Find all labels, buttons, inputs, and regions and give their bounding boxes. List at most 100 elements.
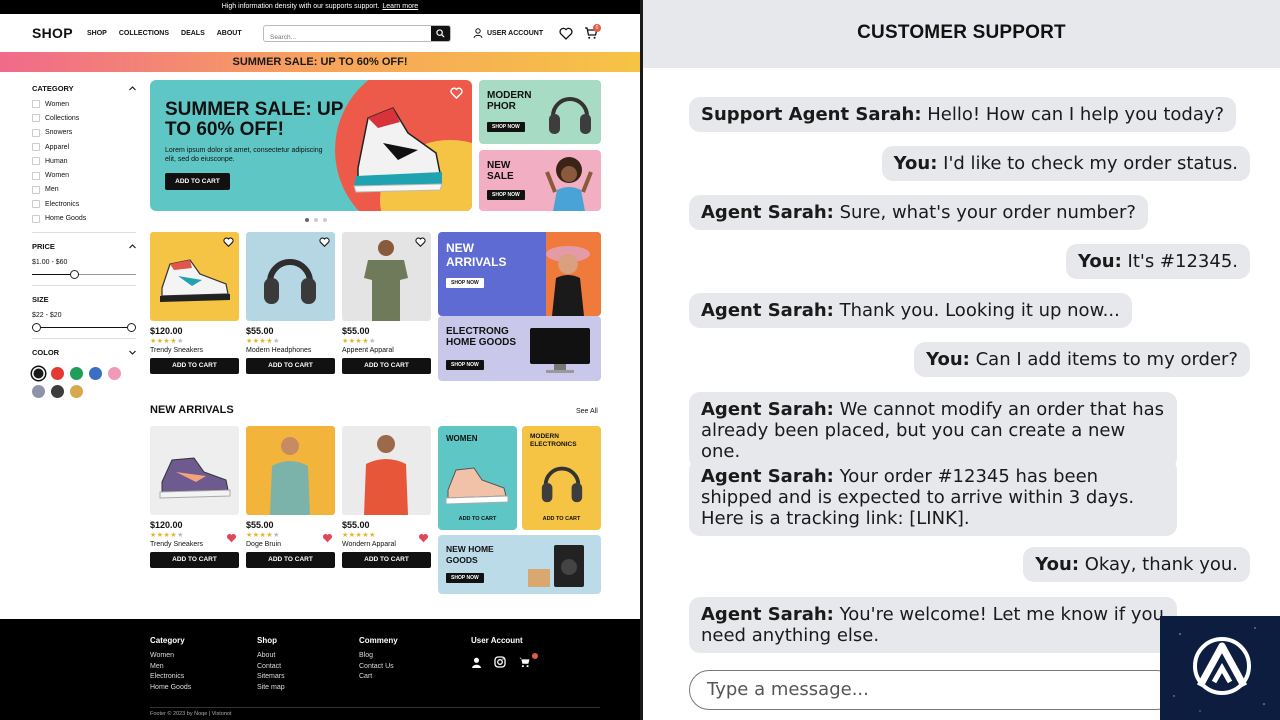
heart-icon[interactable] [319,237,330,247]
message-input[interactable]: Type a message... [689,670,1177,710]
price-slider[interactable] [32,270,136,280]
color-swatch[interactable] [32,366,45,380]
heart-filled-icon[interactable] [322,533,333,543]
promo-new-home-goods[interactable]: NEW HOME GOODS SHOP NOW [438,535,601,594]
product-card[interactable]: $55.00 ★★★★★ Wondern Apparal ADD TO CART [342,426,431,568]
promo-modern-phor[interactable]: MODERN PHOR SHOP NOW [479,80,601,144]
color-swatch[interactable] [51,366,64,380]
promo-modern-electronics[interactable]: MODERN ELECTRONICS ADD TO CART [522,426,601,530]
category-item[interactable]: Electronics [32,197,136,211]
learn-more-link[interactable]: Learn more [382,3,418,10]
color-swatch[interactable] [70,384,83,398]
category-item[interactable]: Snowers [32,126,136,140]
promo-new-arrivals[interactable]: NEW ARRIVALS SHOP NOW [438,232,601,316]
promo-women[interactable]: WOMEN ADD TO CART [438,426,517,530]
category-item[interactable]: Apparel [32,140,136,154]
shop-logo[interactable]: SHOP [32,25,73,41]
color-swatch[interactable] [108,366,121,380]
see-all-link[interactable]: See All [576,408,598,415]
add-to-cart-link[interactable]: ADD TO CART [522,516,601,522]
hero-add-to-cart-button[interactable]: ADD TO CART [165,173,230,190]
sale-banner[interactable]: SUMMER SALE: UP TO 60% OFF! [0,52,640,72]
wishlist-heart-icon[interactable] [559,27,573,40]
checkbox[interactable] [32,128,40,137]
nav-collections[interactable]: COLLECTIONS [119,30,169,37]
price-slider-thumb[interactable] [70,270,79,280]
checkbox[interactable] [32,143,40,152]
checkbox[interactable] [32,214,40,223]
checkbox[interactable] [32,157,40,166]
checkbox[interactable] [32,171,40,180]
footer-link[interactable]: Women [150,651,191,662]
size-slider[interactable] [32,323,136,333]
category-item[interactable]: Women [32,97,136,111]
product-image[interactable] [342,426,431,515]
category-item[interactable]: Women [32,168,136,182]
checkbox[interactable] [32,100,40,109]
shop-now-button[interactable]: SHOP NOW [487,122,525,132]
search-input[interactable] [264,30,432,41]
heart-filled-icon[interactable] [418,533,429,543]
footer-link[interactable]: Blog [359,651,398,662]
size-slider-thumb-max[interactable] [127,323,136,333]
checkbox[interactable] [32,185,40,194]
add-to-cart-button[interactable]: ADD TO CART [342,358,431,374]
shop-now-button[interactable]: SHOP NOW [446,573,484,583]
product-card[interactable]: $120.00 ★★★★★ Trendy Sneakers ADD TO CAR… [150,426,239,568]
product-image[interactable] [150,426,239,515]
checkbox[interactable] [32,114,40,123]
color-swatch[interactable] [70,366,83,380]
color-swatch[interactable] [51,384,64,398]
footer-link[interactable]: Cart [359,672,398,683]
product-card[interactable]: $55.00 ★★★★★ Modern Headphones ADD TO CA… [246,232,335,374]
product-card[interactable]: $55.00 ★★★★★ Appeent Apparal ADD TO CART [342,232,431,374]
heart-icon[interactable] [415,237,426,247]
shop-now-button[interactable]: SHOP NOW [446,360,484,370]
footer-link[interactable]: About [257,651,285,662]
color-header[interactable]: COLOR [32,347,136,359]
shop-now-button[interactable]: SHOP NOW [487,190,525,200]
category-item[interactable]: Human [32,154,136,168]
shop-now-button[interactable]: SHOP NOW [446,278,484,288]
category-item[interactable]: Home Goods [32,211,136,225]
checkbox[interactable] [32,200,40,209]
product-card[interactable]: $120.00 ★★★★★ Trendy Sneakers ADD TO CAR… [150,232,239,374]
carousel-dot[interactable] [305,218,309,222]
footer-link[interactable]: Contact Us [359,662,398,673]
nav-about[interactable]: ABOUT [217,30,242,37]
category-item[interactable]: Collections [32,111,136,125]
product-card[interactable]: $55.00 ★★★★★ Doge Bruin ADD TO CART [246,426,335,568]
footer-link[interactable]: Sitemars [257,672,285,683]
promo-new-sale[interactable]: NEW SALE SHOP NOW [479,150,601,211]
user-icon[interactable] [471,657,482,668]
product-image[interactable] [342,232,431,321]
cart-icon[interactable] [518,656,531,668]
color-swatch[interactable] [89,366,102,380]
user-account-link[interactable]: USER ACCOUNT [473,28,543,38]
product-name[interactable]: Modern Headphones [246,347,335,354]
heart-icon[interactable] [450,87,463,99]
product-name[interactable]: Trendy Sneakers [150,347,239,354]
hero-banner[interactable]: SUMMER SALE: UP TO 60% OFF! Lorem ipsum … [150,80,472,211]
add-to-cart-button[interactable]: ADD TO CART [342,552,431,568]
add-to-cart-link[interactable]: ADD TO CART [438,516,517,522]
product-name[interactable]: Appeent Apparal [342,347,431,354]
add-to-cart-button[interactable]: ADD TO CART [246,358,335,374]
carousel-dot[interactable] [314,218,318,222]
heart-filled-icon[interactable] [226,533,237,543]
product-image[interactable] [150,232,239,321]
footer-link[interactable]: Electronics [150,672,191,683]
promo-electrong-home-goods[interactable]: ELECTRONG HOME GOODS SHOP NOW [438,316,601,381]
search-button[interactable] [431,26,450,41]
heart-icon[interactable] [223,237,234,247]
nav-deals[interactable]: DEALS [181,30,205,37]
footer-link[interactable]: Contact [257,662,285,673]
product-image[interactable] [246,426,335,515]
add-to-cart-button[interactable]: ADD TO CART [150,552,239,568]
size-slider-thumb-min[interactable] [32,323,41,333]
carousel-dot[interactable] [323,218,327,222]
product-image[interactable] [246,232,335,321]
footer-link[interactable]: Site map [257,683,285,694]
footer-link[interactable]: Home Goods [150,683,191,694]
category-item[interactable]: Men [32,183,136,197]
